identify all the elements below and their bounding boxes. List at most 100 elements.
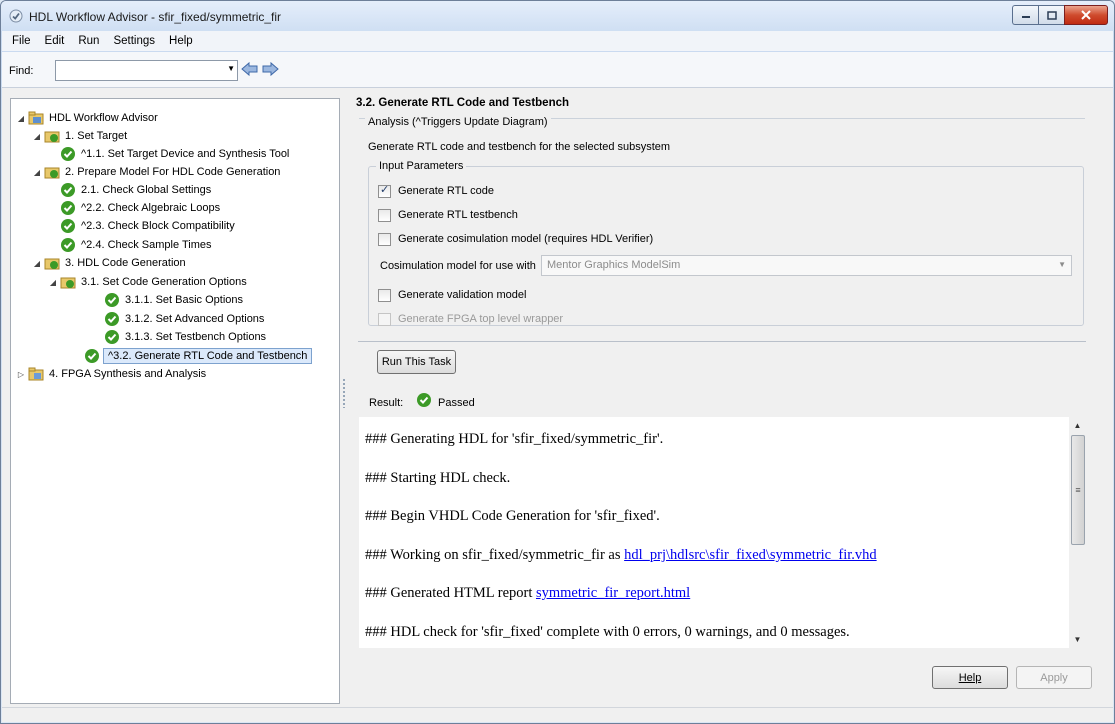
passed-check-icon	[59, 218, 77, 234]
result-log[interactable]: ### Generating HDL for 'sfir_fixed/symme…	[359, 417, 1086, 648]
tree-item-label: ^2.4. Check Sample Times	[81, 239, 212, 251]
tree-item-1[interactable]: ◢ 1. Set Target	[31, 127, 127, 145]
expanded-arrow-icon[interactable]: ◢	[31, 168, 43, 177]
matlab-app-icon	[9, 9, 23, 26]
tree-item-label: ^2.2. Check Algebraic Loops	[81, 202, 221, 214]
run-this-task-button[interactable]: Run This Task	[377, 350, 456, 374]
cosim-tool-label: Cosimulation model for use with	[380, 260, 536, 272]
input-parameters-label: Input Parameters	[376, 160, 467, 172]
scroll-down-icon[interactable]: ▼	[1069, 631, 1086, 648]
cosim-tool-select: Mentor Graphics ModelSim ▼	[541, 255, 1072, 276]
chevron-down-icon[interactable]: ▼	[227, 64, 235, 73]
folder-check-icon	[43, 128, 61, 144]
minimize-icon	[1021, 16, 1030, 18]
tree-item-2-2[interactable]: ^2.2. Check Algebraic Loops	[59, 199, 220, 217]
tree-item-3-2[interactable]: ^3.2. Generate RTL Code and Testbench	[83, 347, 313, 365]
tree-item-3-1-2[interactable]: 3.1.2. Set Advanced Options	[103, 310, 264, 328]
menu-bar: File Edit Run Settings Help	[2, 31, 1113, 51]
section-divider	[358, 341, 1086, 342]
expanded-arrow-icon[interactable]: ◢	[31, 259, 43, 268]
folder-icon	[27, 366, 45, 382]
log-line-text: ### Working on sfir_fixed/symmetric_fir …	[365, 547, 625, 563]
forward-arrow-icon[interactable]	[260, 60, 280, 78]
tree-item-3[interactable]: ◢ 3. HDL Code Generation	[31, 254, 186, 272]
advisor-folder-icon	[27, 110, 45, 126]
tree-item-3-1-3[interactable]: 3.1.3. Set Testbench Options	[103, 328, 266, 346]
folder-check-icon	[43, 255, 61, 271]
tree-item-label: 3.1.3. Set Testbench Options	[125, 331, 267, 343]
passed-check-icon	[416, 392, 432, 411]
back-arrow-icon[interactable]	[240, 60, 260, 78]
option-label: Generate RTL testbench	[398, 209, 518, 221]
tree-item-3-1[interactable]: ◢ 3.1. Set Code Generation Options	[47, 273, 247, 291]
expanded-arrow-icon[interactable]: ◢	[31, 132, 43, 141]
tree-item-3-1-1[interactable]: 3.1.1. Set Basic Options	[103, 291, 243, 309]
passed-check-icon	[59, 146, 77, 162]
tree-item-1-1[interactable]: ^1.1. Set Target Device and Synthesis To…	[59, 145, 289, 163]
task-description: Generate RTL code and testbench for the …	[368, 141, 671, 153]
menu-file[interactable]: File	[5, 35, 38, 47]
menu-help[interactable]: Help	[162, 35, 200, 47]
main-content: ◢ HDL Workflow Advisor ◢ 1. Set Target ^…	[2, 88, 1113, 722]
tree-root[interactable]: ◢ HDL Workflow Advisor	[15, 109, 158, 127]
scroll-up-icon[interactable]: ▲	[1069, 417, 1086, 434]
generate-rtl-code-option[interactable]: Generate RTL code	[378, 183, 494, 199]
tree-item-2-3[interactable]: ^2.3. Check Block Compatibility	[59, 217, 235, 235]
passed-check-icon	[59, 237, 77, 253]
log-line-with-link: ### Generated HTML report symmetric_fir_…	[365, 585, 690, 602]
app-window: HDL Workflow Advisor - sfir_fixed/symmet…	[0, 0, 1115, 724]
expanded-arrow-icon[interactable]: ◢	[15, 114, 27, 123]
log-line-text: ### Generated HTML report	[365, 585, 536, 601]
tree-item-4[interactable]: ▷ 4. FPGA Synthesis and Analysis	[15, 365, 206, 383]
minimize-button[interactable]	[1012, 5, 1038, 25]
checkbox	[378, 312, 391, 326]
menu-settings[interactable]: Settings	[106, 35, 162, 47]
task-tree[interactable]: ◢ HDL Workflow Advisor ◢ 1. Set Target ^…	[10, 98, 340, 704]
tree-item-label: 4. FPGA Synthesis and Analysis	[49, 368, 207, 380]
maximize-button[interactable]	[1038, 5, 1064, 25]
folder-check-icon	[59, 274, 77, 290]
tree-item-2-1[interactable]: 2.1. Check Global Settings	[59, 181, 211, 199]
panel-splitter[interactable]	[342, 378, 346, 408]
help-button[interactable]: Help	[932, 666, 1008, 689]
chevron-down-icon: ▼	[1058, 260, 1066, 269]
expanded-arrow-icon[interactable]: ◢	[47, 278, 59, 287]
status-bar	[2, 707, 1113, 722]
passed-check-icon	[103, 329, 121, 345]
find-label: Find:	[9, 65, 34, 77]
log-line: ### HDL check for 'sfir_fixed' complete …	[365, 624, 850, 640]
menu-run[interactable]: Run	[71, 35, 106, 47]
option-label: Generate RTL code	[398, 185, 495, 197]
generate-validation-model-option[interactable]: Generate validation model	[378, 287, 526, 303]
scroll-thumb[interactable]: ≡	[1071, 435, 1085, 545]
close-button[interactable]	[1064, 5, 1108, 25]
menu-edit[interactable]: Edit	[38, 35, 72, 47]
title-bar[interactable]: HDL Workflow Advisor - sfir_fixed/symmet…	[1, 1, 1114, 31]
find-input[interactable]: ▼	[55, 60, 238, 81]
collapsed-arrow-icon[interactable]: ▷	[15, 370, 27, 379]
checkbox[interactable]	[378, 232, 391, 246]
tree-item-2[interactable]: ◢ 2. Prepare Model For HDL Code Generati…	[31, 163, 280, 181]
tree-item-label: 2. Prepare Model For HDL Code Generation	[65, 166, 281, 178]
option-label: Generate validation model	[398, 289, 527, 301]
tree-item-label: ^3.2. Generate RTL Code and Testbench	[103, 348, 313, 364]
passed-check-icon	[103, 311, 121, 327]
vhd-file-link[interactable]: hdl_prj\hdlsrc\sfir_fixed\symmetric_fir.…	[624, 547, 877, 563]
task-panel: 3.2. Generate RTL Code and Testbench Ana…	[348, 88, 1113, 722]
tree-item-label: ^1.1. Set Target Device and Synthesis To…	[81, 148, 290, 160]
log-scrollbar[interactable]: ▲ ≡ ▼	[1069, 417, 1086, 648]
log-line: ### Generating HDL for 'sfir_fixed/symme…	[365, 431, 664, 447]
log-line: ### Starting HDL check.	[365, 470, 511, 486]
folder-check-icon	[43, 164, 61, 180]
option-label: Generate FPGA top level wrapper	[398, 313, 564, 325]
html-report-link[interactable]: symmetric_fir_report.html	[536, 585, 690, 601]
passed-check-icon	[59, 182, 77, 198]
generate-cosimulation-option[interactable]: Generate cosimulation model (requires HD…	[378, 231, 653, 247]
maximize-icon	[1046, 10, 1057, 20]
checkbox[interactable]	[378, 183, 391, 198]
generate-rtl-testbench-option[interactable]: Generate RTL testbench	[378, 207, 518, 223]
tree-item-2-4[interactable]: ^2.4. Check Sample Times	[59, 236, 212, 254]
help-button-label: Help	[958, 671, 982, 684]
checkbox[interactable]	[378, 208, 391, 222]
checkbox[interactable]	[378, 288, 391, 302]
